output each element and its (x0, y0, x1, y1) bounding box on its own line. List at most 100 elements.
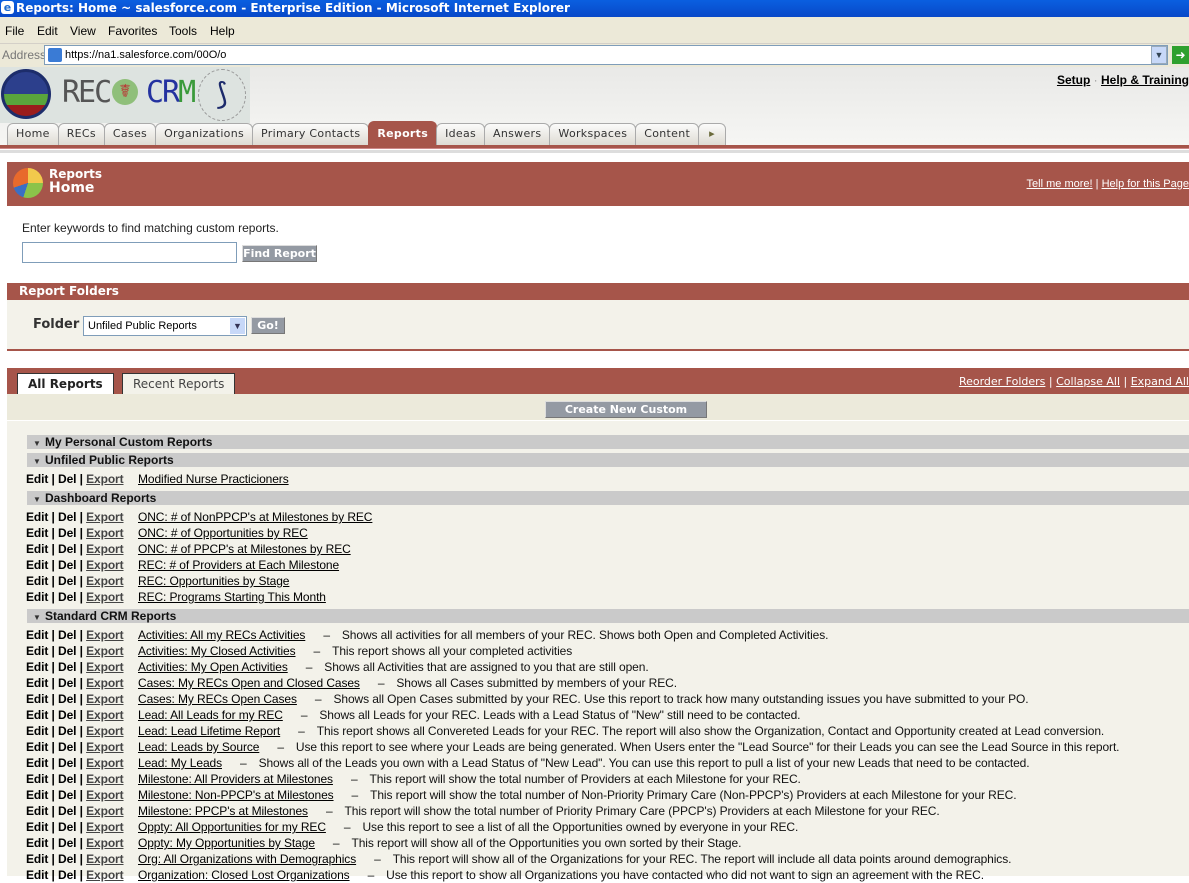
folder-section-header[interactable]: ▼ Dashboard Reports (27, 491, 1189, 505)
report-name-link[interactable]: Lead: Lead Lifetime Report (138, 724, 280, 738)
edit-link[interactable]: Edit (26, 868, 48, 882)
tab-primary-contacts[interactable]: Primary Contacts (252, 123, 370, 145)
tab-answers[interactable]: Answers (484, 123, 551, 145)
collapse-all-link[interactable]: Collapse All (1056, 375, 1120, 388)
export-link[interactable]: Export (86, 820, 124, 834)
export-link[interactable]: Export (86, 644, 124, 658)
export-link[interactable]: Export (86, 628, 124, 642)
report-name-link[interactable]: REC: # of Providers at Each Milestone (138, 558, 339, 572)
edit-link[interactable]: Edit (26, 542, 48, 556)
expand-all-link[interactable]: Expand All (1131, 375, 1189, 388)
tab-organizations[interactable]: Organizations (155, 123, 254, 145)
delete-link[interactable]: Del (58, 804, 76, 818)
edit-link[interactable]: Edit (26, 590, 48, 604)
export-link[interactable]: Export (86, 526, 124, 540)
tell-me-more-link[interactable]: Tell me more! (1027, 178, 1093, 190)
report-name-link[interactable]: Oppty: All Opportunities for my REC (138, 820, 326, 834)
report-name-link[interactable]: Milestone: Non-PPCP's at Milestones (138, 788, 334, 802)
delete-link[interactable]: Del (58, 590, 76, 604)
collapse-triangle-icon[interactable]: ▼ (33, 437, 45, 451)
report-name-link[interactable]: ONC: # of PPCP's at Milestones by REC (138, 542, 351, 556)
export-link[interactable]: Export (86, 590, 124, 604)
export-link[interactable]: Export (86, 788, 124, 802)
collapse-triangle-icon[interactable]: ▼ (33, 611, 45, 625)
report-name-link[interactable]: ONC: # of NonPPCP's at Milestones by REC (138, 510, 372, 524)
export-link[interactable]: Export (86, 472, 124, 486)
collapse-triangle-icon[interactable]: ▼ (33, 493, 45, 507)
export-link[interactable]: Export (86, 660, 124, 674)
tab-workspaces[interactable]: Workspaces (549, 123, 637, 145)
edit-link[interactable]: Edit (26, 756, 48, 770)
report-name-link[interactable]: Milestone: All Providers at Milestones (138, 772, 333, 786)
folder-select[interactable]: Unfiled Public Reports ▼ (83, 316, 247, 336)
delete-link[interactable]: Del (58, 574, 76, 588)
export-link[interactable]: Export (86, 740, 124, 754)
export-link[interactable]: Export (86, 558, 124, 572)
delete-link[interactable]: Del (58, 472, 76, 486)
delete-link[interactable]: Del (58, 708, 76, 722)
address-input[interactable]: https://na1.salesforce.com/00O/o (44, 45, 1168, 65)
go-arrow-icon[interactable]: ➜ (1172, 46, 1189, 64)
menu-favorites[interactable]: Favorites (108, 24, 157, 38)
export-link[interactable]: Export (86, 574, 124, 588)
delete-link[interactable]: Del (58, 836, 76, 850)
tab-reports[interactable]: Reports (368, 121, 438, 145)
edit-link[interactable]: Edit (26, 676, 48, 690)
export-link[interactable]: Export (86, 772, 124, 786)
report-name-link[interactable]: Cases: My RECs Open and Closed Cases (138, 676, 360, 690)
delete-link[interactable]: Del (58, 542, 76, 556)
report-name-link[interactable]: Activities: My Open Activities (138, 660, 288, 674)
more-tabs-arrow-icon[interactable]: ▸ (698, 123, 726, 145)
folder-section-header[interactable]: ▼ Standard CRM Reports (27, 609, 1189, 623)
delete-link[interactable]: Del (58, 724, 76, 738)
folder-go-button[interactable]: Go! (251, 317, 285, 334)
reorder-folders-link[interactable]: Reorder Folders (959, 375, 1045, 388)
report-name-link[interactable]: Milestone: PPCP's at Milestones (138, 804, 308, 818)
report-name-link[interactable]: REC: Opportunities by Stage (138, 574, 289, 588)
edit-link[interactable]: Edit (26, 472, 48, 486)
delete-link[interactable]: Del (58, 756, 76, 770)
report-name-link[interactable]: Lead: All Leads for my REC (138, 708, 283, 722)
edit-link[interactable]: Edit (26, 644, 48, 658)
edit-link[interactable]: Edit (26, 740, 48, 754)
menu-edit[interactable]: Edit (37, 24, 58, 38)
edit-link[interactable]: Edit (26, 836, 48, 850)
delete-link[interactable]: Del (58, 868, 76, 882)
report-name-link[interactable]: Cases: My RECs Open Cases (138, 692, 297, 706)
edit-link[interactable]: Edit (26, 558, 48, 572)
export-link[interactable]: Export (86, 542, 124, 556)
edit-link[interactable]: Edit (26, 574, 48, 588)
delete-link[interactable]: Del (58, 740, 76, 754)
edit-link[interactable]: Edit (26, 526, 48, 540)
export-link[interactable]: Export (86, 836, 124, 850)
delete-link[interactable]: Del (58, 628, 76, 642)
edit-link[interactable]: Edit (26, 692, 48, 706)
edit-link[interactable]: Edit (26, 788, 48, 802)
export-link[interactable]: Export (86, 868, 124, 882)
report-name-link[interactable]: Modified Nurse Practicioners (138, 472, 289, 486)
menu-help[interactable]: Help (210, 24, 235, 38)
folder-section-header[interactable]: ▼ My Personal Custom Reports (27, 435, 1189, 449)
edit-link[interactable]: Edit (26, 660, 48, 674)
export-link[interactable]: Export (86, 724, 124, 738)
menu-tools[interactable]: Tools (169, 24, 197, 38)
tab-home[interactable]: Home (7, 123, 59, 145)
edit-link[interactable]: Edit (26, 820, 48, 834)
report-name-link[interactable]: Oppty: My Opportunities by Stage (138, 836, 315, 850)
report-search-input[interactable] (22, 242, 237, 263)
delete-link[interactable]: Del (58, 788, 76, 802)
edit-link[interactable]: Edit (26, 772, 48, 786)
export-link[interactable]: Export (86, 676, 124, 690)
report-name-link[interactable]: Activities: All my RECs Activities (138, 628, 305, 642)
address-dropdown-icon[interactable]: ▼ (1151, 46, 1167, 64)
report-name-link[interactable]: Lead: My Leads (138, 756, 222, 770)
menu-file[interactable]: File (5, 24, 24, 38)
delete-link[interactable]: Del (58, 644, 76, 658)
help-for-page-link[interactable]: Help for this Page (1102, 178, 1189, 190)
delete-link[interactable]: Del (58, 558, 76, 572)
delete-link[interactable]: Del (58, 820, 76, 834)
tab-recs[interactable]: RECs (57, 123, 105, 145)
edit-link[interactable]: Edit (26, 804, 48, 818)
export-link[interactable]: Export (86, 756, 124, 770)
delete-link[interactable]: Del (58, 676, 76, 690)
